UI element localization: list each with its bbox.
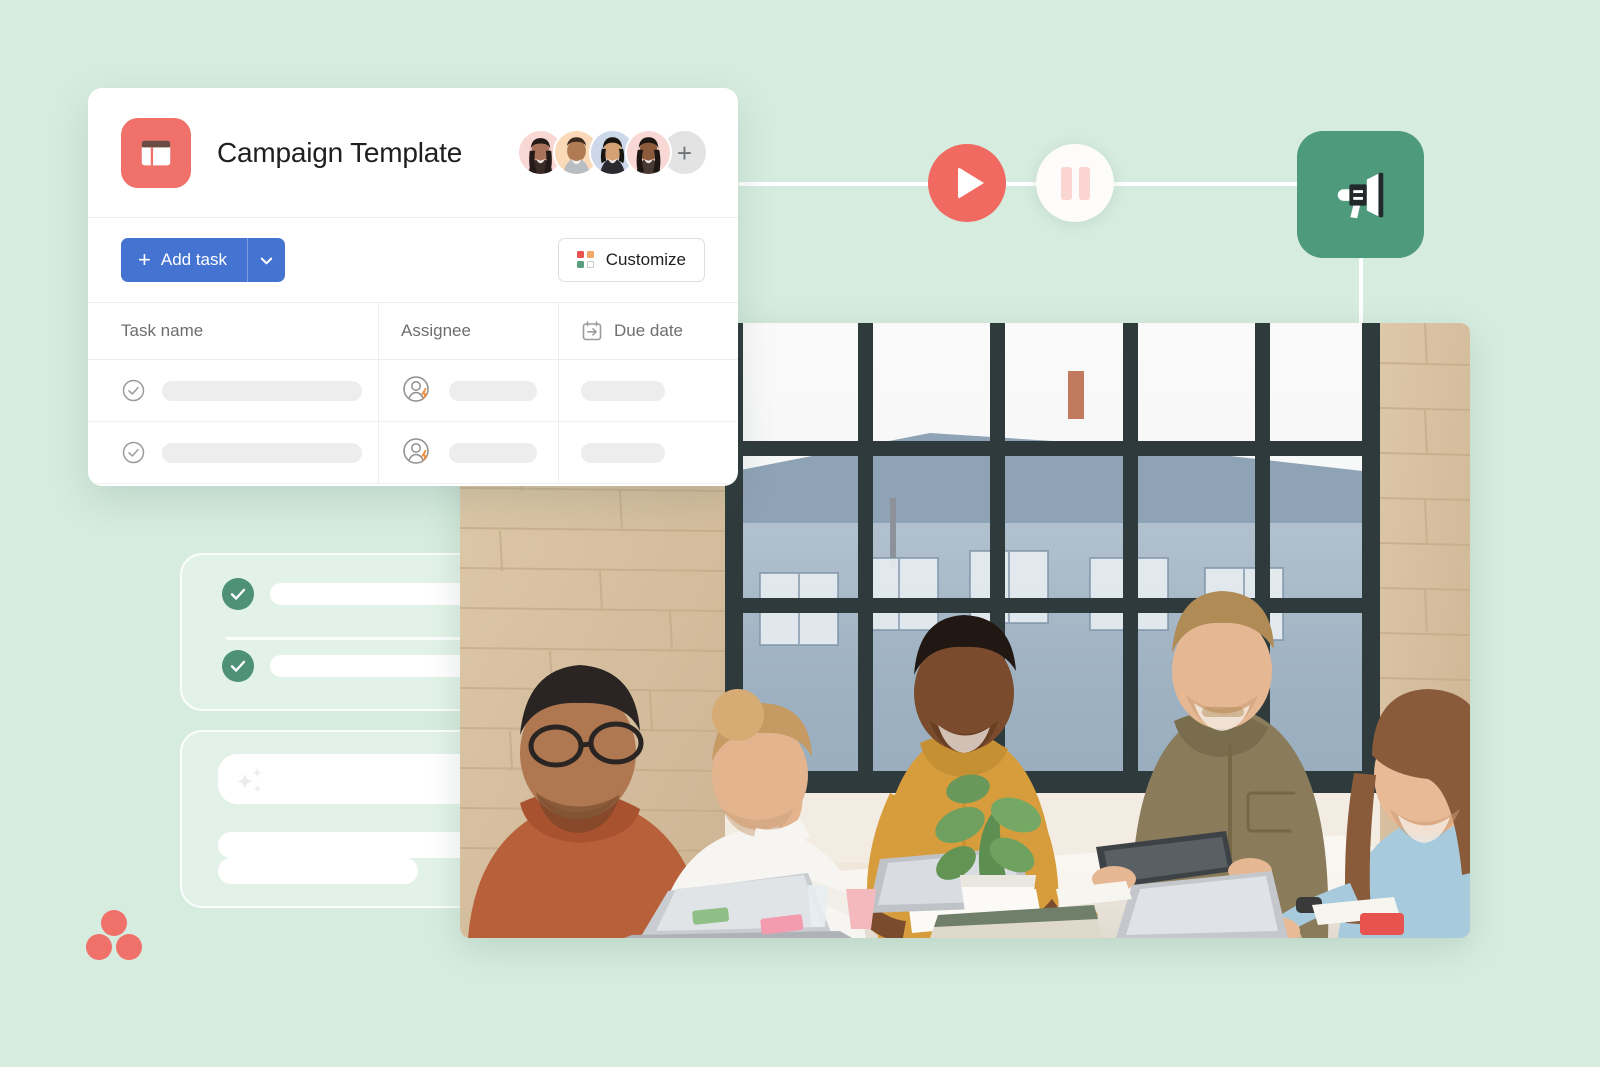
due-date-cell[interactable]: [558, 360, 738, 421]
task-name-cell[interactable]: [88, 360, 378, 421]
assignee-cell[interactable]: [378, 360, 558, 421]
ghost-pill-small: [218, 858, 418, 884]
due-date-cell[interactable]: [558, 422, 738, 483]
asana-logo-dots: [86, 908, 142, 960]
assignee-avatar-icon[interactable]: [401, 436, 435, 470]
add-task-dropdown-button[interactable]: [247, 238, 285, 282]
page-root: Campaign Template + + Add task Customize…: [0, 0, 1600, 1067]
add-task-label: Add task: [160, 250, 228, 269]
complete-task-icon[interactable]: [121, 440, 146, 465]
sparkle-icon: [232, 763, 272, 803]
customize-label: Customize: [605, 250, 686, 269]
card-toolbar: + Add task Customize: [88, 218, 738, 302]
task-name-placeholder: [162, 380, 362, 401]
column-header-task-name[interactable]: Task name: [88, 303, 378, 359]
table-header-row: Task name Assignee Due date: [88, 302, 738, 360]
campaign-template-card: Campaign Template + + Add task Customize…: [88, 88, 738, 486]
complete-task-icon[interactable]: [121, 378, 146, 403]
calendar-arrow-icon: [581, 320, 603, 342]
pause-icon-bar-2: [1078, 166, 1090, 200]
assignee-avatar-icon[interactable]: [401, 374, 435, 408]
play-button[interactable]: [928, 144, 1006, 222]
due-date-placeholder: [581, 380, 665, 401]
assignee-placeholder: [449, 380, 537, 401]
table-row[interactable]: [88, 422, 738, 484]
avatar[interactable]: [625, 129, 672, 176]
column-header-assignee[interactable]: Assignee: [378, 303, 558, 359]
play-icon: [957, 167, 984, 199]
pause-button[interactable]: [1036, 144, 1114, 222]
megaphone-icon: [1330, 164, 1392, 226]
plus-icon: +: [138, 247, 151, 272]
table-row[interactable]: [88, 360, 738, 422]
add-task-main[interactable]: + Add task: [121, 238, 247, 282]
customize-grid-icon: [576, 251, 595, 269]
board-template-icon: [121, 117, 191, 188]
task-name-placeholder: [162, 442, 362, 463]
avatar-stack: +: [517, 129, 708, 176]
task-name-cell[interactable]: [88, 422, 378, 483]
pause-icon: [1060, 166, 1072, 200]
assignee-cell[interactable]: [378, 422, 558, 483]
check-circle-icon: [222, 578, 254, 610]
chevron-down-icon: [259, 253, 274, 268]
assignee-placeholder: [449, 442, 537, 463]
add-task-button[interactable]: + Add task: [121, 238, 286, 282]
customize-button[interactable]: Customize: [557, 238, 705, 282]
column-header-due-date[interactable]: Due date: [558, 303, 738, 359]
due-date-placeholder: [581, 442, 665, 463]
card-header: Campaign Template +: [88, 88, 738, 218]
page-title: Campaign Template: [217, 136, 463, 168]
check-circle-icon: [222, 650, 254, 682]
task-table: Task name Assignee Due date: [88, 302, 738, 484]
megaphone-tile[interactable]: [1297, 131, 1424, 258]
